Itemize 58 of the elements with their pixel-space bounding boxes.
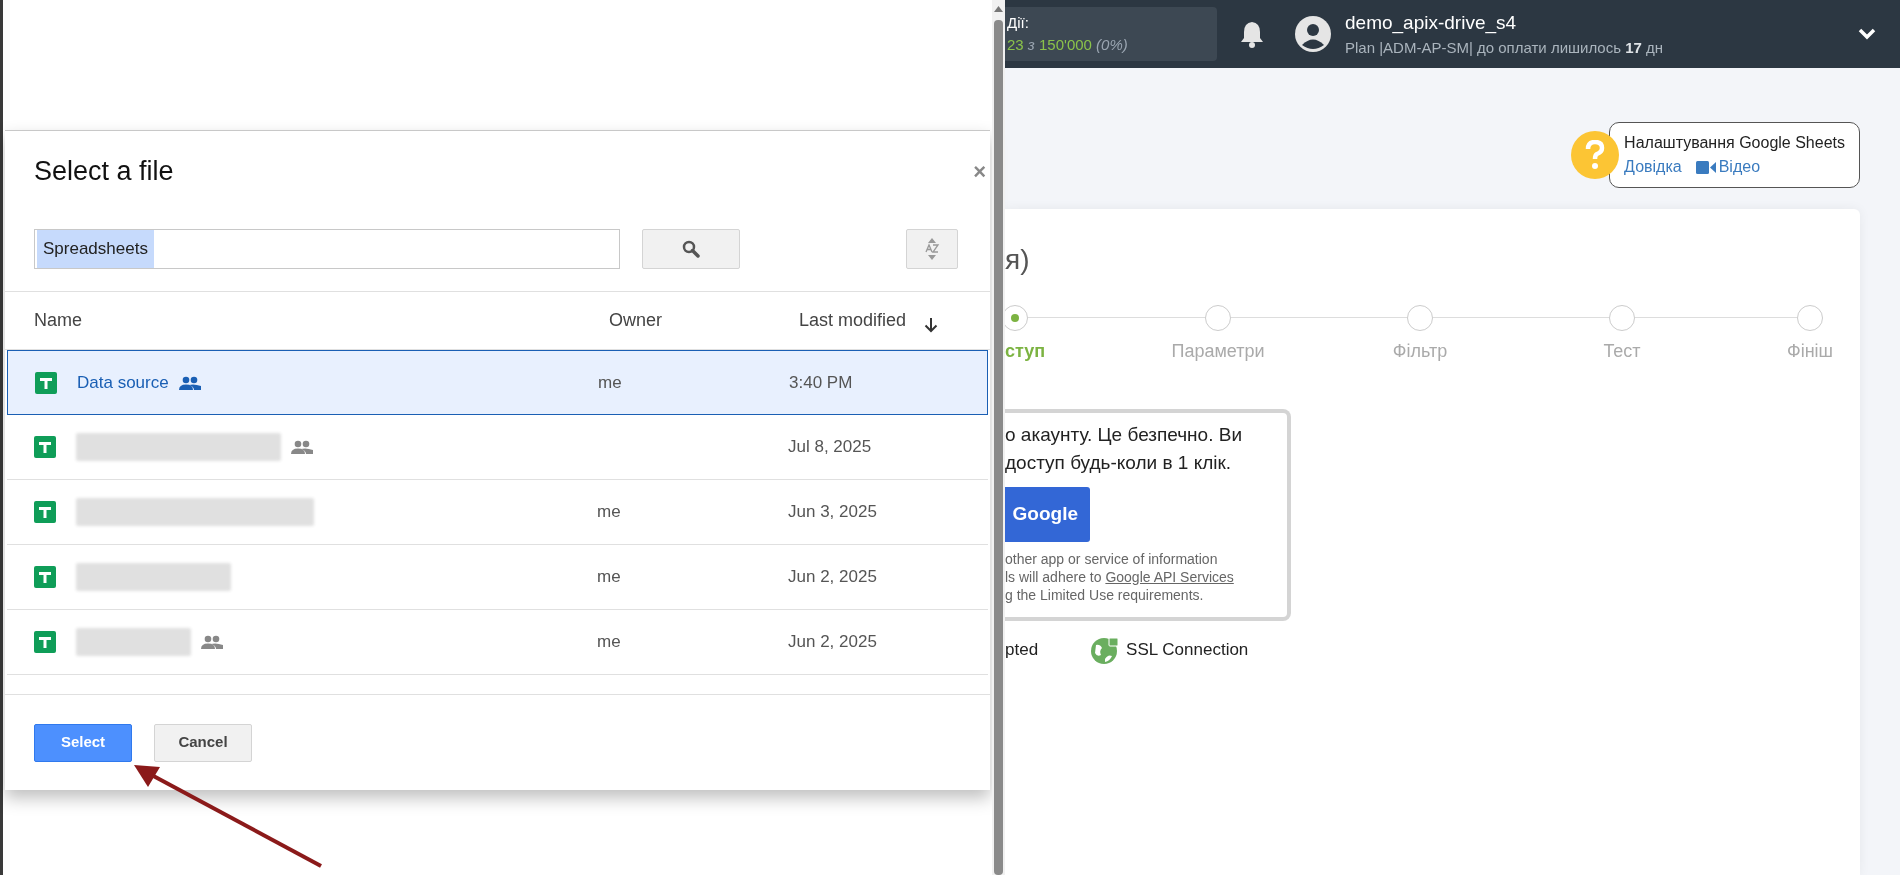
cancel-button[interactable]: Cancel xyxy=(154,723,252,762)
google-signin-button[interactable]: Google xyxy=(1005,487,1090,542)
step-label: ступ xyxy=(1005,340,1046,363)
owner-text: me xyxy=(598,372,622,392)
owner-text: me xyxy=(597,632,621,652)
close-button[interactable]: × xyxy=(973,154,986,188)
card-title: я) xyxy=(1005,243,1031,277)
step-label: Фініш xyxy=(1786,340,1834,363)
scroll-up-icon[interactable] xyxy=(994,6,1003,12)
search-field[interactable]: Spreadsheets xyxy=(34,229,620,269)
spreadsheet-icon xyxy=(34,631,56,653)
ssl-label: SSL Connection xyxy=(1126,639,1249,662)
info-text: о акаунту. Це безпечно. Ви доступ будь-коли в 1 клік. xyxy=(1005,423,1244,475)
search-value: Spreadsheets xyxy=(37,230,154,268)
file-name: Data source xyxy=(77,371,169,394)
plan-text: Plan |ADM-AP-SM| до оплати лишилось 17 дн xyxy=(1345,38,1664,58)
user-name: demo_apix-drive_s4 xyxy=(1345,10,1518,36)
dialog-title: Select a file xyxy=(34,154,174,188)
sort-icon xyxy=(924,237,940,261)
chevron-down-icon[interactable] xyxy=(1858,28,1876,40)
search-icon xyxy=(682,240,700,258)
file-row[interactable]: Data source me 3:40 PM xyxy=(7,350,988,415)
spreadsheet-icon xyxy=(34,436,56,458)
owner-text: me xyxy=(597,567,621,587)
arrow-down-icon xyxy=(924,316,939,333)
file-row[interactable]: Jul 8, 2025 xyxy=(7,415,988,480)
modified-date: Jun 3, 2025 xyxy=(788,501,877,524)
help-link[interactable]: Довідка xyxy=(1624,155,1682,179)
column-header[interactable]: Name xyxy=(34,307,609,334)
bell-icon[interactable] xyxy=(1239,20,1265,48)
video-camera-icon xyxy=(1695,160,1716,174)
spreadsheet-icon xyxy=(35,371,57,394)
scroll-thumb[interactable] xyxy=(994,20,1003,875)
file-row[interactable]: me Jun 3, 2025 xyxy=(7,480,988,545)
encryption-label: pted xyxy=(1005,639,1039,662)
step-label: Тест xyxy=(1603,340,1641,363)
modified-date: Jun 2, 2025 xyxy=(788,566,877,589)
step-label: Фільтр xyxy=(1392,340,1448,363)
privacy-note: other app or service of information ls will adhere to Google API Services g the Limited Use requirements. xyxy=(1005,550,1235,604)
step-label: Параметри xyxy=(1171,340,1265,363)
spreadsheet-icon xyxy=(34,501,56,523)
help-title: Налаштування Google Sheets xyxy=(1624,133,1845,153)
actions-count: 23 з 150'000 (0%) xyxy=(1007,35,1129,55)
avatar-icon[interactable] xyxy=(1295,16,1331,52)
modified-date: 3:40 PM xyxy=(789,371,853,394)
search-button[interactable] xyxy=(642,229,740,269)
api-services-link[interactable]: Google API Services xyxy=(1105,569,1234,585)
actions-label: Дії: xyxy=(1007,12,1030,33)
spreadsheet-icon xyxy=(34,566,56,588)
file-row[interactable]: me Jun 2, 2025 xyxy=(7,545,988,610)
video-link[interactable]: Відео xyxy=(1695,155,1761,179)
column-header[interactable]: Last modified xyxy=(799,307,907,334)
modified-date: Jul 8, 2025 xyxy=(788,436,872,459)
column-header[interactable]: Owner xyxy=(609,307,799,334)
file-row[interactable]: me Jun 2, 2025 xyxy=(7,610,988,675)
globe-lock-icon xyxy=(1090,635,1121,665)
owner-text: me xyxy=(597,502,621,522)
modified-date: Jun 2, 2025 xyxy=(788,631,877,654)
